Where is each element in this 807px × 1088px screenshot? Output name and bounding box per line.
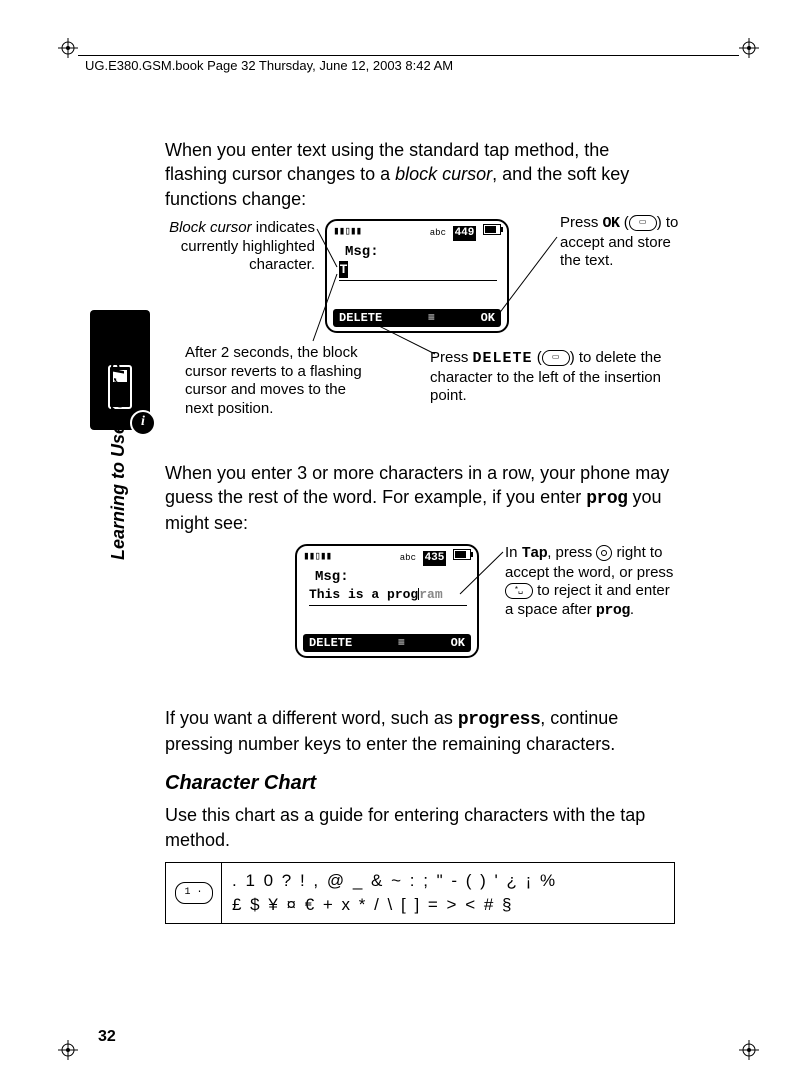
chart-key-cell: 1 · <box>166 863 222 923</box>
character-chart: 1 · . 1 0 ? ! , @ _ & ~ : ; " - ( ) ' ¿ … <box>165 862 675 924</box>
page-content: When you enter text using the standard t… <box>165 138 675 924</box>
msg-field-label-2: Msg: <box>315 568 349 587</box>
char-counter: 449 <box>453 226 477 241</box>
crop-mark-tr <box>739 38 759 58</box>
star-key-icon: *␣ <box>505 583 533 599</box>
softkey-right[interactable]: OK <box>481 310 495 326</box>
char-counter-2: 435 <box>423 551 447 566</box>
side-section-label: Learning to Use Your Phone <box>108 260 129 560</box>
callout-tap: In Tap, press right to accept the word, … <box>505 544 680 621</box>
softkey-menu-icon[interactable]: ≡ <box>428 310 435 326</box>
softkey-bar-2: DELETE ≡ OK <box>303 634 471 652</box>
left-softkey-icon: ▭ <box>542 350 570 366</box>
callout-ok-label: OK <box>603 215 620 232</box>
callout-del-a: Press <box>430 349 473 366</box>
paragraph-1: When you enter text using the standard t… <box>165 138 675 211</box>
softkey-left[interactable]: DELETE <box>339 310 382 326</box>
softkey-left-2[interactable]: DELETE <box>309 635 352 651</box>
chart-row-1: . 1 0 ? ! , @ _ & ~ : ; " - ( ) ' ¿ ¡ % <box>232 869 664 893</box>
crop-mark-tl <box>58 38 78 58</box>
input-mode-icon: abc <box>430 228 446 238</box>
softkey-bar: DELETE ≡ OK <box>333 309 501 327</box>
paragraph-3: If you want a different word, such as pr… <box>165 706 675 757</box>
c2-a: In <box>505 544 522 561</box>
callout-ok-b: ( <box>620 214 629 231</box>
signal-icon-2: ▮▮▯▮▮ <box>303 550 331 565</box>
p3-progress: progress <box>458 710 540 730</box>
callout-del-label: DELETE <box>473 350 533 367</box>
c2-e: . <box>630 601 634 618</box>
battery-icon-2 <box>453 549 471 560</box>
c2-prog: prog <box>596 602 630 619</box>
c2-tap: Tap <box>522 545 548 562</box>
phone-screen-2: ▮▮▯▮▮ abc 435 Msg: This is a program DEL… <box>295 544 479 658</box>
chart-row-2: £ $ ¥ ¤ € + x * / \ [ ] = > < # § <box>232 893 664 917</box>
status-bar: ▮▮▯▮▮ abc 449 <box>333 225 501 241</box>
callout-del-b: ( <box>533 349 542 366</box>
signal-icon: ▮▮▯▮▮ <box>333 225 361 240</box>
msg-field-label: Msg: <box>345 243 379 262</box>
softkey-menu-icon-2[interactable]: ≡ <box>398 635 405 651</box>
p3-a: If you want a different word, such as <box>165 708 458 728</box>
nav-key-icon <box>596 545 612 561</box>
msg-body-line2 <box>339 279 497 281</box>
phone-screen-1: ▮▮▯▮▮ abc 449 Msg: T DELETE ≡ OK <box>325 219 509 333</box>
c2-b: , press <box>547 544 596 561</box>
crop-mark-bl <box>58 1040 78 1060</box>
predicted-text: ram <box>419 587 442 602</box>
header-text: UG.E380.GSM.book Page 32 Thursday, June … <box>85 58 453 73</box>
callout-cursor-revert: After 2 seconds, the block cursor revert… <box>185 344 365 419</box>
section-title: Character Chart <box>165 770 675 797</box>
page-number: 32 <box>98 1028 116 1046</box>
right-softkey-icon: ▭ <box>629 215 657 231</box>
paragraph-4: Use this chart as a guide for entering c… <box>165 803 675 852</box>
key-1-icon: 1 · <box>175 882 213 904</box>
input-mode-icon-2: abc <box>400 553 416 563</box>
status-bar-2: ▮▮▯▮▮ abc 435 <box>303 550 471 566</box>
typed-text: This is a prog <box>309 587 418 602</box>
softkey-right-2[interactable]: OK <box>451 635 465 651</box>
figure-1: Block cursor indicates currently highlig… <box>165 219 675 449</box>
block-cursor-char: T <box>339 261 348 279</box>
callout-block-cursor: Block cursor indicates currently highlig… <box>160 219 315 275</box>
p1-block-cursor-term: block cursor <box>395 164 492 184</box>
callout-ok-a: Press <box>560 214 603 231</box>
battery-icon <box>483 224 501 235</box>
callout-block-cursor-term: Block cursor <box>169 219 252 236</box>
chart-chars-cell: . 1 0 ? ! , @ _ & ~ : ; " - ( ) ' ¿ ¡ % … <box>222 863 674 923</box>
crop-mark-br <box>739 1040 759 1060</box>
callout-ok: Press OK (▭) to accept and store the tex… <box>560 214 680 271</box>
paragraph-2: When you enter 3 or more characters in a… <box>165 461 675 536</box>
p2-prog: prog <box>586 489 627 509</box>
callout-delete: Press DELETE (▭) to delete the character… <box>430 349 675 406</box>
msg-body-2: This is a program <box>309 586 467 607</box>
figure-2: ▮▮▯▮▮ abc 435 Msg: This is a program DEL… <box>165 544 675 694</box>
